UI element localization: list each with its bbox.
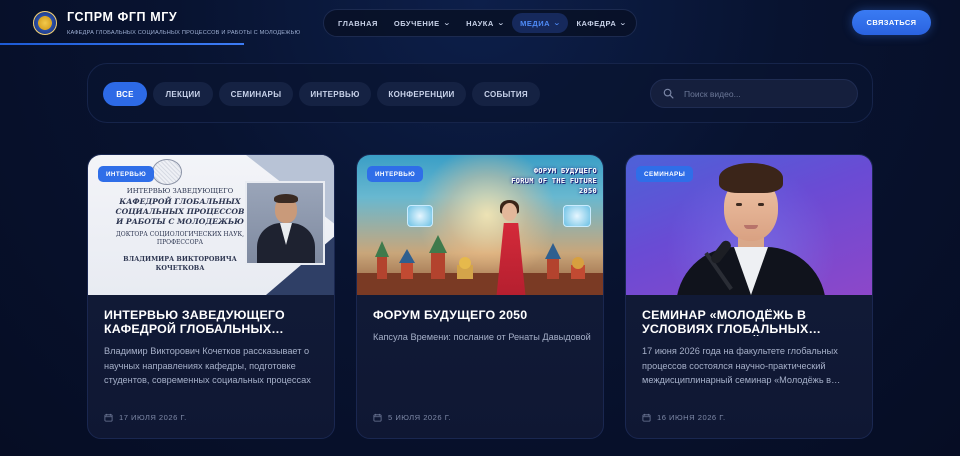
thumbnail-text: FORUM OF THE FUTURE [511, 177, 597, 185]
thumbnail-text: ВЛАДИМИРА ВИКТОРОВИЧА [123, 255, 237, 263]
video-card-3[interactable]: СЕМИНАРЫ СЕМИНАР «МОЛОДЁЖЬ В УСЛОВИЯХ ГЛ… [625, 154, 873, 439]
contact-button[interactable]: СВЯЗАТЬСЯ [852, 10, 931, 35]
filter-chip-interviews[interactable]: ИНТЕРВЬЮ [299, 82, 371, 106]
category-badge: СЕМИНАРЫ [636, 166, 694, 182]
snowflake-decor-icon [407, 205, 433, 227]
calendar-icon [642, 413, 651, 422]
video-card-2[interactable]: ФОРУМ БУДУЩЕГО FORUM OF THE FUTURE 2050 … [356, 154, 604, 439]
category-badge: ИНТЕРВЬЮ [367, 166, 424, 182]
university-seal-icon [152, 159, 182, 185]
thumbnail-text: ДОКТОРА СОЦИОЛОГИЧЕСКИХ НАУК, [115, 231, 245, 238]
chevron-down-icon: ⌄ [553, 20, 562, 27]
card-description: 17 июня 2026 года на факультете глобальн… [642, 346, 838, 386]
nav-item-label: НАУКА [466, 18, 494, 28]
thumbnail-text: ФОРУМ БУДУЩЕГО [533, 167, 597, 175]
nav-item-media[interactable]: МЕДИА ⌄ [512, 13, 569, 33]
card-title[interactable]: СЕМИНАР «МОЛОДЁЖЬ В УСЛОВИЯХ ГЛОБАЛЬНЫХ … [642, 309, 858, 336]
card-date: 16 ИЮНЯ 2026 Г. [642, 413, 726, 422]
filter-chip-events[interactable]: СОБЫТИЯ [472, 82, 540, 106]
logo[interactable]: ГСПРМ ФГП МГУ КАФЕДРА ГЛОБАЛЬНЫХ СОЦИАЛЬ… [33, 10, 300, 36]
thumbnail-text: КОЧЕТКОВА [155, 264, 205, 272]
filter-chip-all[interactable]: ВСЕ [103, 82, 147, 106]
filter-chip-seminars[interactable]: СЕМИНАРЫ [219, 82, 293, 106]
header: ГСПРМ ФГП МГУ КАФЕДРА ГЛОБАЛЬНЫХ СОЦИАЛЬ… [0, 0, 960, 46]
thumbnail-text: ИНТЕРВЬЮ ЗАВЕДУЮЩЕГО [126, 187, 234, 195]
card-date: 5 ИЮЛЯ 2026 Г. [373, 413, 451, 422]
thumbnail-decor [744, 225, 758, 229]
chevron-down-icon: ⌄ [496, 20, 506, 27]
thumbnail-decor [502, 203, 517, 221]
card-date-text: 17 ИЮЛЯ 2026 Г. [119, 413, 187, 422]
video-card-1[interactable]: ИНТЕРВЬЮ ЗАВЕДУЮЩЕГО КАФЕДРОЙ ГЛОБАЛЬНЫХ… [87, 154, 335, 439]
main-nav: ГЛАВНАЯ ОБУЧЕНИЕ ⌄ НАУКА ⌄ МЕДИА ⌄ КАФЕДРА ⌄ [323, 9, 637, 37]
card-description: Владимир Викторович Кочетков рассказывае… [104, 346, 311, 386]
card-title[interactable]: ФОРУМ БУДУЩЕГО 2050 [373, 309, 589, 323]
nav-item-education[interactable]: ОБУЧЕНИЕ ⌄ [386, 13, 458, 33]
search-box [650, 79, 858, 108]
nav-item-science[interactable]: НАУКА ⌄ [458, 13, 512, 33]
filter-chip-lectures[interactable]: ЛЕКЦИИ [153, 82, 213, 106]
header-progress-line [0, 43, 244, 45]
card-title[interactable]: ИНТЕРВЬЮ ЗАВЕДУЮЩЕГО КАФЕДРОЙ ГЛОБАЛЬНЫХ… [104, 309, 320, 336]
card-date-text: 16 ИЮНЯ 2026 Г. [657, 413, 726, 422]
nav-item-label: ОБУЧЕНИЕ [393, 18, 440, 28]
chevron-down-icon: ⌄ [619, 20, 628, 27]
thumbnail-text: КАФЕДРОЙ ГЛОБАЛЬНЫХ [119, 197, 241, 206]
nav-item-label: ГЛАВНАЯ [338, 18, 378, 28]
thumbnail-text: СОЦИАЛЬНЫХ ПРОЦЕССОВ [115, 207, 245, 216]
thumbnail-decor [758, 203, 764, 206]
speaker-photo [245, 181, 325, 265]
card-description: Капсула Времени: послание от Ренаты Давы… [373, 332, 591, 342]
thumbnail-decor [736, 203, 742, 206]
nav-item-home[interactable]: ГЛАВНАЯ [330, 13, 386, 33]
search-icon [663, 88, 674, 99]
kremlin-skyline [357, 235, 603, 295]
card-date-text: 5 ИЮЛЯ 2026 Г. [388, 413, 451, 422]
category-badge: ИНТЕРВЬЮ [98, 166, 155, 182]
logo-title: ГСПРМ ФГП МГУ [67, 10, 178, 24]
snowflake-decor-icon [563, 205, 591, 227]
card-date: 17 ИЮЛЯ 2026 Г. [104, 413, 187, 422]
calendar-icon [104, 413, 113, 422]
filter-chip-conferences[interactable]: КОНФЕРЕНЦИИ [377, 82, 466, 106]
search-input[interactable] [684, 88, 844, 99]
thumbnail-decor [719, 163, 783, 193]
logo-text: ГСПРМ ФГП МГУ КАФЕДРА ГЛОБАЛЬНЫХ СОЦИАЛЬ… [67, 10, 300, 36]
thumbnail-text: И РАБОТЫ С МОЛОДЕЖЬЮ [116, 217, 244, 226]
nav-item-label: КАФЕДРА [576, 18, 617, 28]
thumbnail-text: 2050 [578, 187, 597, 195]
nav-item-department[interactable]: КАФЕДРА ⌄ [568, 13, 634, 33]
logo-subtitle: КАФЕДРА ГЛОБАЛЬНЫХ СОЦИАЛЬНЫХ ПРОЦЕССОВ … [67, 30, 301, 36]
chevron-down-icon: ⌄ [442, 20, 452, 27]
filter-bar: ВСЕ ЛЕКЦИИ СЕМИНАРЫ ИНТЕРВЬЮ КОНФЕРЕНЦИИ… [87, 63, 873, 123]
thumbnail-text: ПРОФЕССОРА [156, 239, 204, 246]
calendar-icon [373, 413, 382, 422]
nav-item-label: МЕДИА [520, 18, 551, 28]
university-emblem-icon [33, 11, 57, 35]
